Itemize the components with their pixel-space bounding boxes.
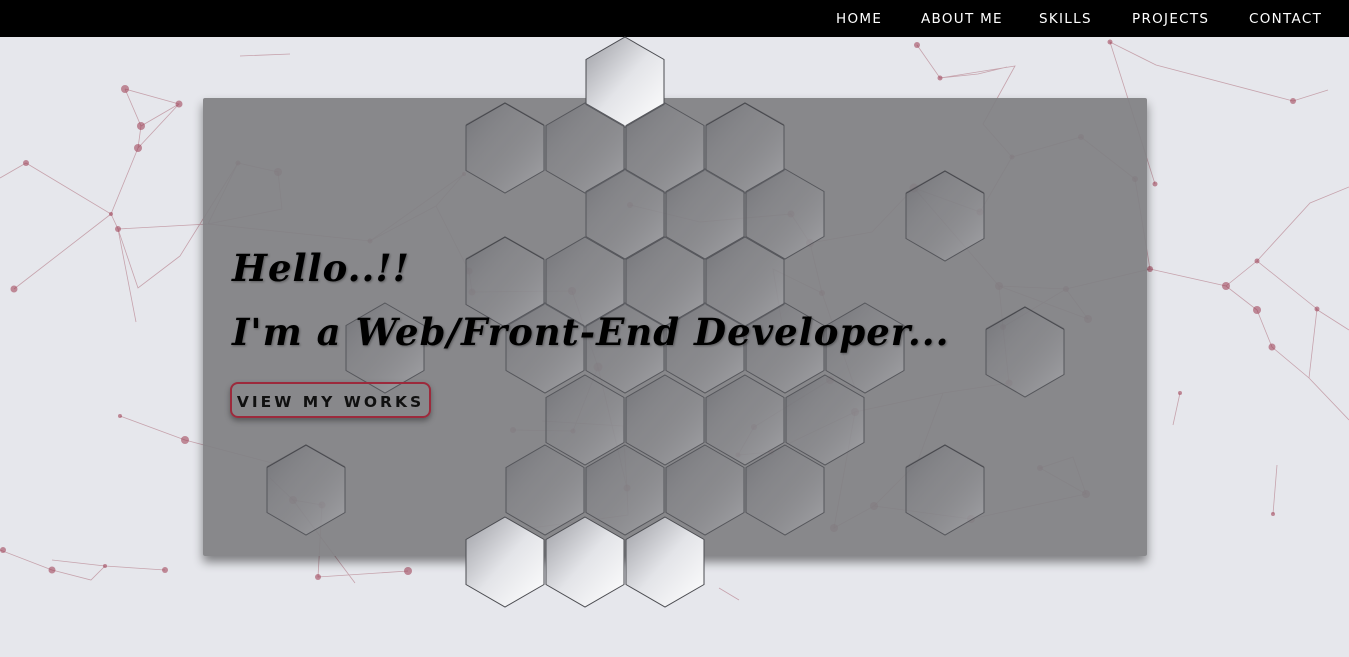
nav-link-home[interactable]: HOME	[836, 11, 882, 27]
nav-link-about-me[interactable]: ABOUT ME	[921, 11, 1003, 27]
nav-link-projects[interactable]: PROJECTS	[1132, 11, 1209, 27]
hero-tagline: I'm a Web/Front-End Developer...	[232, 310, 950, 354]
top-navbar: HOME ABOUT ME SKILLS PROJECTS CONTACT	[0, 0, 1349, 37]
hero-greeting: Hello..!!	[232, 246, 410, 290]
nav-link-skills[interactable]: SKILLS	[1039, 11, 1092, 27]
view-my-works-button[interactable]: VIEW MY WORKS	[230, 382, 431, 418]
nav-link-contact[interactable]: CONTACT	[1249, 11, 1322, 27]
